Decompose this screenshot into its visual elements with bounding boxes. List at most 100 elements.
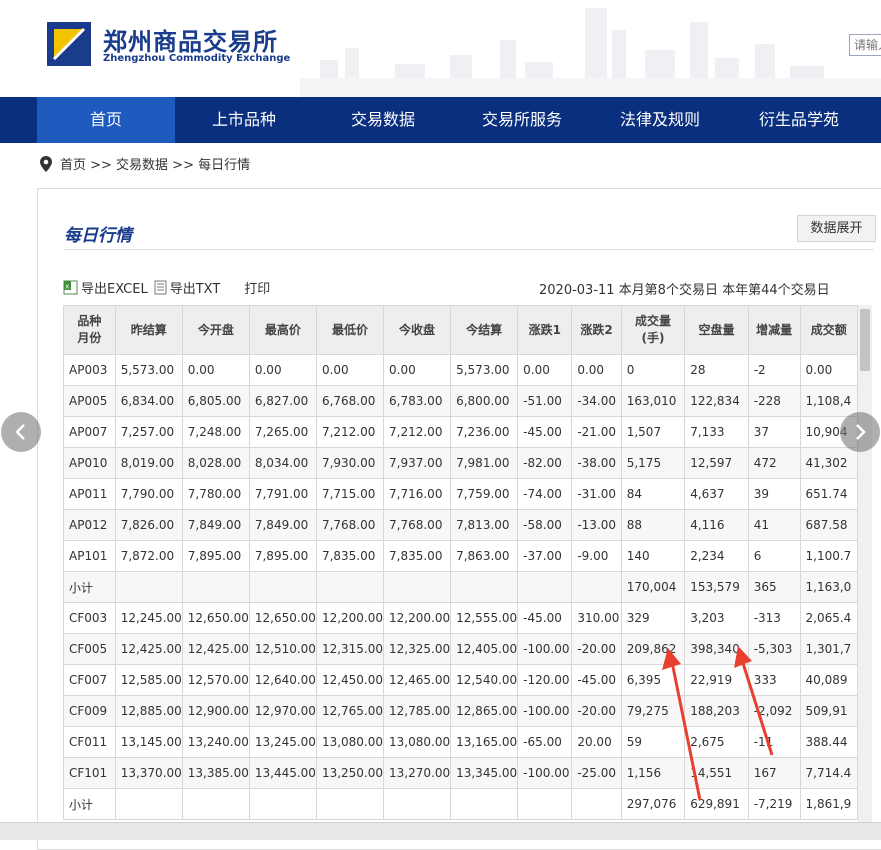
table-cell: 7,714.4 [799, 757, 858, 789]
table-cell [571, 571, 622, 603]
city-skyline-image [300, 0, 881, 97]
table-cell: 0.00 [517, 354, 573, 386]
table-cell: 209,862 [620, 633, 686, 665]
table-cell: -65.00 [517, 726, 573, 758]
table-cell: 7,768.00 [315, 509, 385, 541]
expand-data-button[interactable]: 数据展开 [797, 215, 876, 242]
table-cell: 0.00 [315, 354, 385, 386]
table-cell: 333 [747, 664, 801, 696]
export-toolbar: x 导出EXCEL 导出TXT 打印 [63, 278, 270, 297]
column-header: 今开盘 [181, 305, 250, 355]
table-cell: 122,834 [684, 385, 749, 417]
table-cell [114, 571, 183, 603]
print-button[interactable]: 打印 [244, 278, 270, 297]
table-cell: 7,212.00 [383, 416, 452, 448]
table-cell: AP005 [63, 385, 116, 417]
table-cell: 13,080.00 [315, 726, 385, 758]
breadcrumb-text[interactable]: 首页 >> 交易数据 >> 每日行情 [60, 154, 250, 173]
nav-laws-rules[interactable]: 法律及规则 [591, 97, 729, 143]
column-header: 增减量 [747, 305, 801, 355]
table-cell: 6,800.00 [450, 385, 519, 417]
export-excel-button[interactable]: x 导出EXCEL [63, 278, 148, 297]
table-cell: 12,315.00 [315, 633, 385, 665]
table-cell: 7,835.00 [383, 540, 452, 572]
table-cell: AP007 [63, 416, 116, 448]
search-input[interactable] [849, 34, 881, 56]
nav-derivatives-academy[interactable]: 衍生品学苑 [729, 97, 869, 143]
table-cell: -120.00 [517, 664, 573, 696]
table-cell: 1,156 [620, 757, 686, 789]
table-cell: 12,765.00 [315, 695, 385, 727]
main-nav: 首页 上市品种 交易数据 交易所服务 法律及规则 衍生品学苑 [0, 97, 881, 143]
table-row: AP012 7,826.00 7,849.00 7,849.00 7,768.00 7,7… [63, 509, 858, 541]
table-cell: 12,785.00 [383, 695, 452, 727]
table-cell: -34.00 [571, 385, 622, 417]
table-cell [517, 571, 573, 603]
nav-home[interactable]: 首页 [37, 97, 175, 143]
table-cell: 0.00 [181, 354, 250, 386]
table-cell [571, 788, 622, 820]
table-cell: 388.44 [799, 726, 858, 758]
table-cell: CF007 [63, 664, 116, 696]
table-cell: 0 [620, 354, 686, 386]
table-cell: 4,637 [684, 478, 749, 510]
location-pin-icon [40, 155, 52, 172]
column-header: 最高价 [248, 305, 317, 355]
table-row: CF011 13,145.00 13,240.00 13,245.00 13,080.0… [63, 726, 858, 758]
table-cell: 7,133 [684, 416, 749, 448]
nav-trading-data[interactable]: 交易数据 [313, 97, 453, 143]
table-row: CF003 12,245.00 12,650.00 12,650.00 12,200.0… [63, 602, 858, 634]
table-cell: -45.00 [517, 602, 573, 634]
previous-arrow-button[interactable] [1, 412, 41, 452]
table-cell: 12,650.00 [248, 602, 317, 634]
trading-day-info: 2020-03-11 本月第8个交易日 本年第44个交易日 [539, 283, 830, 298]
site-header: 郑州商品交易所 Zhengzhou Commodity Exchange [0, 0, 881, 97]
zce-logo-icon[interactable] [47, 22, 91, 66]
export-txt-button[interactable]: 导出TXT [154, 278, 220, 297]
vertical-scrollbar[interactable] [858, 305, 872, 839]
table-cell [114, 788, 183, 820]
horizontal-scrollbar[interactable] [0, 822, 881, 840]
table-cell: 40,089 [799, 664, 858, 696]
table-cell: -82.00 [517, 447, 573, 479]
table-cell: 0.00 [248, 354, 317, 386]
daily-quotes-table: 品种月份 昨结算 今开盘 最高价 最低价 今收盘 今结算 涨跌1 涨跌2 成交量… [63, 305, 858, 820]
table-cell: 1,108,4 [799, 385, 858, 417]
table-cell: -21.00 [571, 416, 622, 448]
table-row: CF007 12,585.00 12,570.00 12,640.00 12,450.0… [63, 664, 858, 696]
table-cell: -2,092 [747, 695, 801, 727]
table-cell: 12,650.00 [181, 602, 250, 634]
table-cell: 651.74 [799, 478, 858, 510]
table-cell: 6,768.00 [315, 385, 385, 417]
next-arrow-button[interactable] [840, 412, 880, 452]
column-header: 今收盘 [383, 305, 452, 355]
table-cell: 41,302 [799, 447, 858, 479]
table-cell: 7,872.00 [114, 540, 183, 572]
table-cell: -58.00 [517, 509, 573, 541]
subtotal-row: 小计 297,076 629,891 -7,219 1,861,9 [63, 788, 858, 820]
table-cell: -45.00 [517, 416, 573, 448]
table-cell: 6,805.00 [181, 385, 250, 417]
scrollbar-thumb[interactable] [860, 309, 870, 371]
nav-listed-products[interactable]: 上市品种 [175, 97, 313, 143]
txt-file-icon [154, 280, 167, 294]
table-cell: -45.00 [571, 664, 622, 696]
table-cell: 13,080.00 [383, 726, 452, 758]
table-cell: 28 [684, 354, 749, 386]
table-cell: 13,240.00 [181, 726, 250, 758]
table-cell: 2,675 [684, 726, 749, 758]
table-cell: 7,791.00 [248, 478, 317, 510]
table-cell: 1,861,9 [799, 788, 858, 820]
table-cell: 7,715.00 [315, 478, 385, 510]
table-cell: 6,827.00 [248, 385, 317, 417]
table-cell: 12,510.00 [248, 633, 317, 665]
table-cell: 84 [620, 478, 686, 510]
nav-exchange-services[interactable]: 交易所服务 [453, 97, 591, 143]
table-cell: -5,303 [747, 633, 801, 665]
quotes-table-container[interactable]: 品种月份 昨结算 今开盘 最高价 最低价 今收盘 今结算 涨跌1 涨跌2 成交量… [63, 305, 858, 839]
table-cell [248, 571, 317, 603]
table-cell: CF003 [63, 602, 116, 634]
table-cell: 12,200.00 [315, 602, 385, 634]
table-row: AP007 7,257.00 7,248.00 7,265.00 7,212.00 7,2… [63, 416, 858, 448]
column-header: 成交额 [799, 305, 858, 355]
